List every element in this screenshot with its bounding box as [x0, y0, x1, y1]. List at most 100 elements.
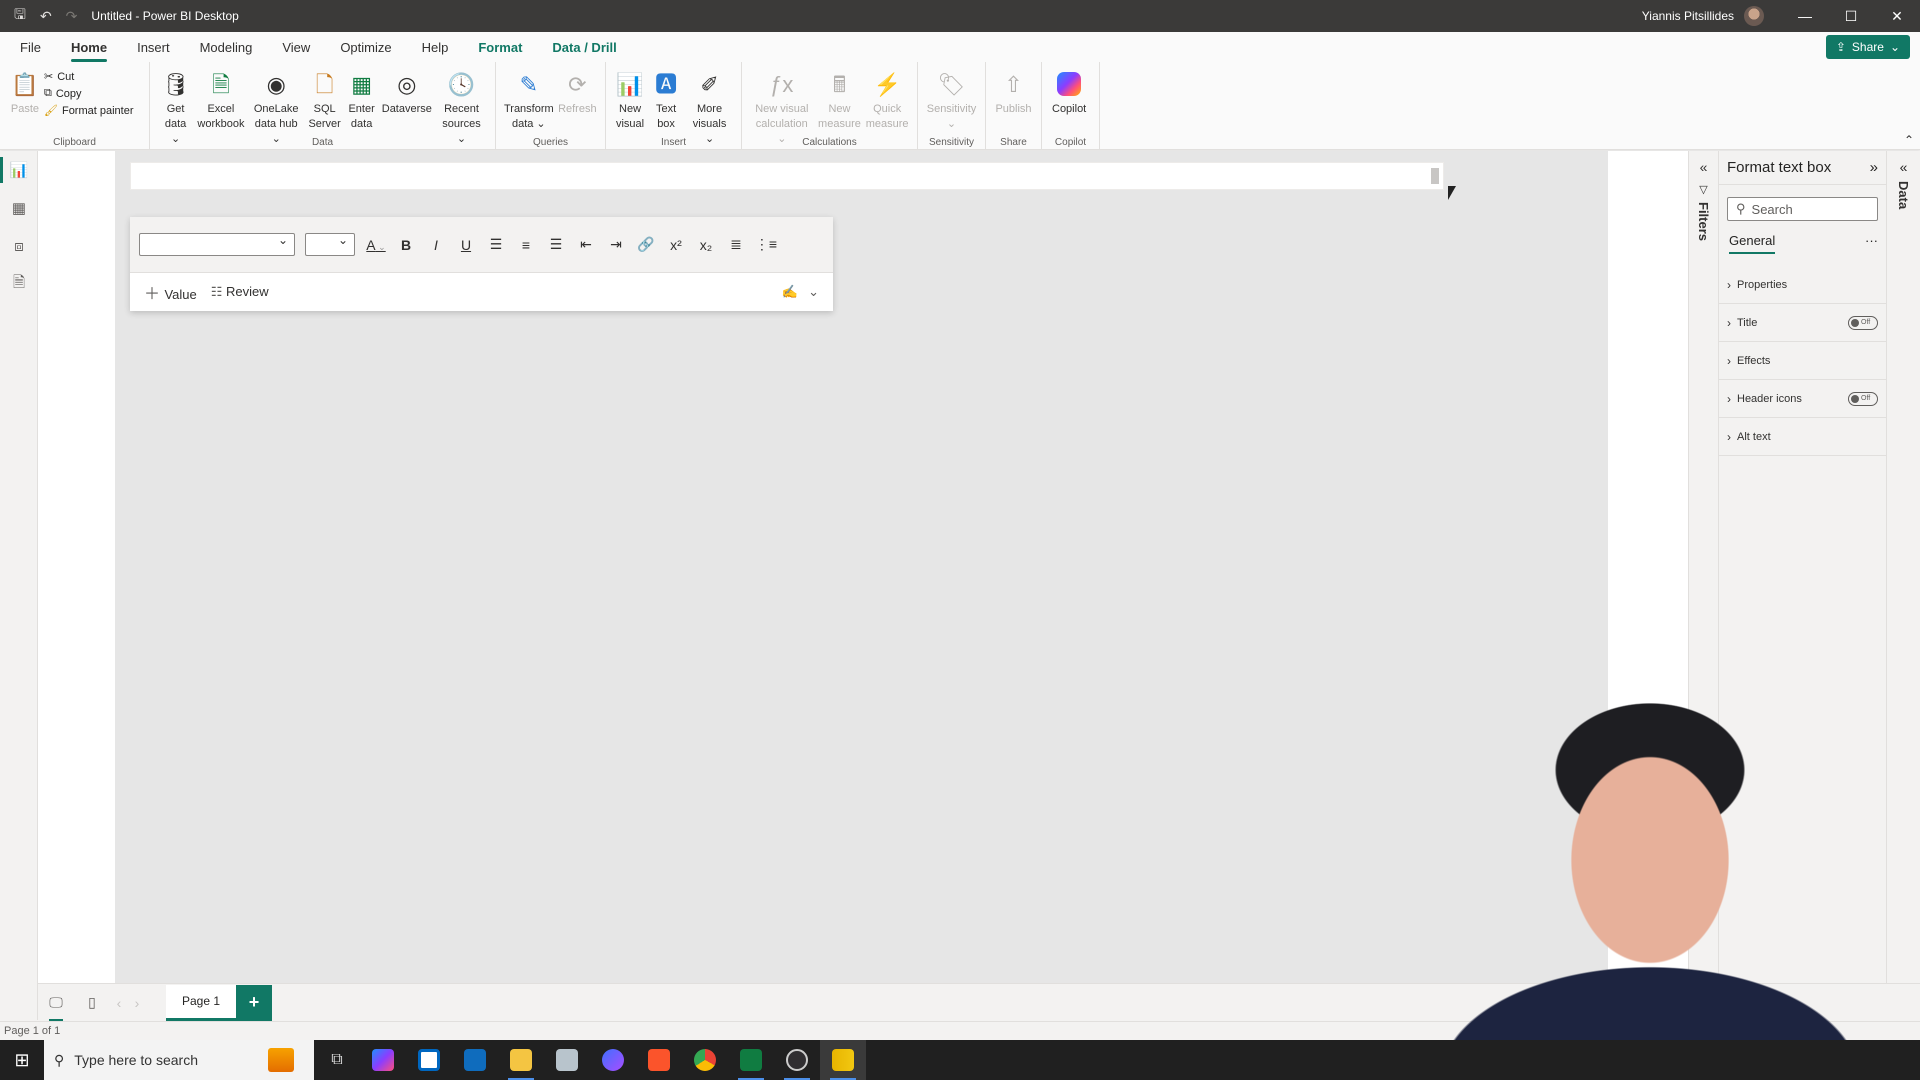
- share-button[interactable]: ⇪ Share ⌄: [1825, 35, 1910, 59]
- text-box-scrollbar[interactable]: [1431, 168, 1439, 184]
- review-button[interactable]: ☷ Review: [211, 284, 269, 300]
- copy-button[interactable]: ⧉ Copy: [44, 87, 134, 100]
- chevron-right-icon: ›: [1727, 277, 1731, 292]
- mail-icon[interactable]: [452, 1040, 498, 1080]
- tab-modeling[interactable]: Modeling: [200, 32, 253, 62]
- excel-workbook-button[interactable]: 🗎 Excel workbook: [195, 66, 247, 134]
- bing-icon[interactable]: [590, 1040, 636, 1080]
- expand-filters-icon[interactable]: «: [1689, 159, 1718, 175]
- bulleted-list-icon[interactable]: ≣: [721, 236, 751, 253]
- text-box-visual[interactable]: [130, 162, 1444, 190]
- font-family-select[interactable]: [139, 233, 295, 256]
- maximize-button[interactable]: ☐: [1828, 0, 1874, 32]
- align-left-icon[interactable]: ☰: [481, 236, 511, 253]
- table-view-icon[interactable]: ▦: [0, 189, 38, 227]
- close-button[interactable]: ✕: [1874, 0, 1920, 32]
- chevron-right-icon: ›: [1727, 429, 1731, 444]
- remote-desktop-icon[interactable]: [544, 1040, 590, 1080]
- save-icon[interactable]: 🖫: [14, 4, 26, 28]
- report-view-icon[interactable]: 📊: [0, 151, 38, 189]
- italic-icon[interactable]: I: [421, 237, 451, 253]
- section-effects[interactable]: › Effects: [1719, 342, 1886, 380]
- new-visual-button[interactable]: 📊 New visual: [612, 66, 648, 134]
- desktop-layout-icon[interactable]: 🖵: [38, 994, 74, 1021]
- new-measure-button[interactable]: 🖩 New measure: [816, 66, 864, 134]
- increase-indent-icon[interactable]: ⇥: [601, 236, 631, 253]
- text-box-button[interactable]: 🅰 Text box: [648, 66, 684, 134]
- user-account[interactable]: Yiannis Pitsillides: [1642, 0, 1764, 32]
- tab-home[interactable]: Home: [70, 32, 108, 62]
- tab-format[interactable]: Format: [478, 32, 522, 62]
- model-view-icon[interactable]: ⧈: [0, 227, 38, 265]
- align-center-icon[interactable]: ≡: [511, 237, 541, 253]
- dataverse-button[interactable]: ◎ Dataverse: [380, 66, 434, 119]
- obs-icon[interactable]: [774, 1040, 820, 1080]
- more-options-icon[interactable]: ···: [1865, 233, 1878, 254]
- add-page-button[interactable]: +: [236, 984, 272, 1021]
- enter-data-button[interactable]: ▦ Enter data: [344, 66, 380, 134]
- microsoft-store-icon[interactable]: [406, 1040, 452, 1080]
- file-explorer-icon[interactable]: [498, 1040, 544, 1080]
- filters-label[interactable]: Filters: [1696, 202, 1711, 241]
- page-tab[interactable]: Page 1: [166, 984, 236, 1021]
- section-header-icons[interactable]: › Header icons Off: [1719, 380, 1886, 418]
- prev-page-icon[interactable]: ‹: [110, 995, 128, 1011]
- sensitivity-button[interactable]: 🏷 Sensitivity ⌄: [924, 66, 979, 134]
- paste-button[interactable]: 📋 Paste: [6, 66, 44, 119]
- undo-icon[interactable]: ↶: [40, 8, 52, 25]
- tab-optimize[interactable]: Optimize: [340, 32, 391, 62]
- decrease-indent-icon[interactable]: ⇤: [571, 236, 601, 253]
- publish-button[interactable]: ⇧ Publish: [992, 66, 1035, 119]
- quick-measure-button[interactable]: ⚡ Quick measure: [863, 66, 911, 134]
- power-bi-icon[interactable]: [820, 1040, 866, 1080]
- tab-view[interactable]: View: [282, 32, 310, 62]
- excel-app-icon[interactable]: [728, 1040, 774, 1080]
- task-view-icon[interactable]: ⧉: [314, 1040, 360, 1080]
- section-alt-text[interactable]: › Alt text: [1719, 418, 1886, 456]
- subscript-icon[interactable]: x₂: [691, 237, 721, 253]
- visual-calc-icon: ƒx: [770, 71, 794, 97]
- tab-data-drill[interactable]: Data / Drill: [552, 32, 616, 62]
- underline-icon[interactable]: U: [451, 237, 481, 253]
- add-value-button[interactable]: ＋ Value: [144, 280, 197, 304]
- refresh-button[interactable]: ⟳ Refresh: [556, 66, 599, 119]
- mobile-layout-icon[interactable]: ▯: [74, 994, 110, 1011]
- tab-general[interactable]: General: [1729, 233, 1776, 254]
- minimize-button[interactable]: —: [1782, 0, 1828, 32]
- next-page-icon[interactable]: ›: [128, 995, 146, 1011]
- expand-data-icon[interactable]: «: [1887, 159, 1920, 175]
- collapse-pane-icon[interactable]: »: [1870, 159, 1878, 176]
- redo-icon[interactable]: ↷: [66, 8, 78, 25]
- copilot-button[interactable]: Copilot: [1048, 66, 1090, 119]
- collapse-ribbon-icon[interactable]: ⌃: [1904, 133, 1914, 147]
- cut-button[interactable]: ✂ Cut: [44, 70, 134, 84]
- taskbar-search[interactable]: ⚲ Type here to search: [44, 1040, 314, 1080]
- chevron-down-icon[interactable]: ⌄: [808, 284, 819, 300]
- copilot-app-icon[interactable]: [360, 1040, 406, 1080]
- font-color-icon[interactable]: A ⌄: [361, 237, 391, 253]
- tab-file[interactable]: File: [20, 32, 41, 62]
- title-toggle[interactable]: Off: [1848, 315, 1878, 330]
- spell-check-icon[interactable]: ✍: [782, 284, 798, 300]
- numbered-list-icon[interactable]: ⋮≡: [751, 236, 781, 253]
- format-search-input[interactable]: ⚲ Search: [1727, 197, 1878, 221]
- windows-start-icon[interactable]: ⊞: [0, 1050, 44, 1071]
- tab-help[interactable]: Help: [422, 32, 449, 62]
- sql-server-button[interactable]: 🗋 SQL Server: [306, 66, 344, 134]
- bold-icon[interactable]: B: [391, 237, 421, 253]
- section-properties[interactable]: › Properties: [1719, 266, 1886, 304]
- dax-query-view-icon[interactable]: 🗎: [0, 265, 38, 303]
- font-size-select[interactable]: [305, 233, 355, 256]
- header-icons-toggle[interactable]: Off: [1848, 391, 1878, 406]
- link-icon[interactable]: 🔗: [631, 236, 661, 253]
- brave-icon[interactable]: [636, 1040, 682, 1080]
- align-right-icon[interactable]: ☰: [541, 236, 571, 253]
- format-painter-button[interactable]: 🖌 Format painter: [44, 104, 134, 118]
- data-label[interactable]: Data: [1896, 181, 1911, 209]
- transform-data-button[interactable]: ✎ Transform data ⌄: [502, 66, 556, 134]
- chrome-icon[interactable]: [682, 1040, 728, 1080]
- superscript-icon[interactable]: x²: [661, 237, 691, 253]
- tab-insert[interactable]: Insert: [137, 32, 170, 62]
- section-title[interactable]: › Title Off: [1719, 304, 1886, 342]
- avatar[interactable]: [1744, 6, 1764, 26]
